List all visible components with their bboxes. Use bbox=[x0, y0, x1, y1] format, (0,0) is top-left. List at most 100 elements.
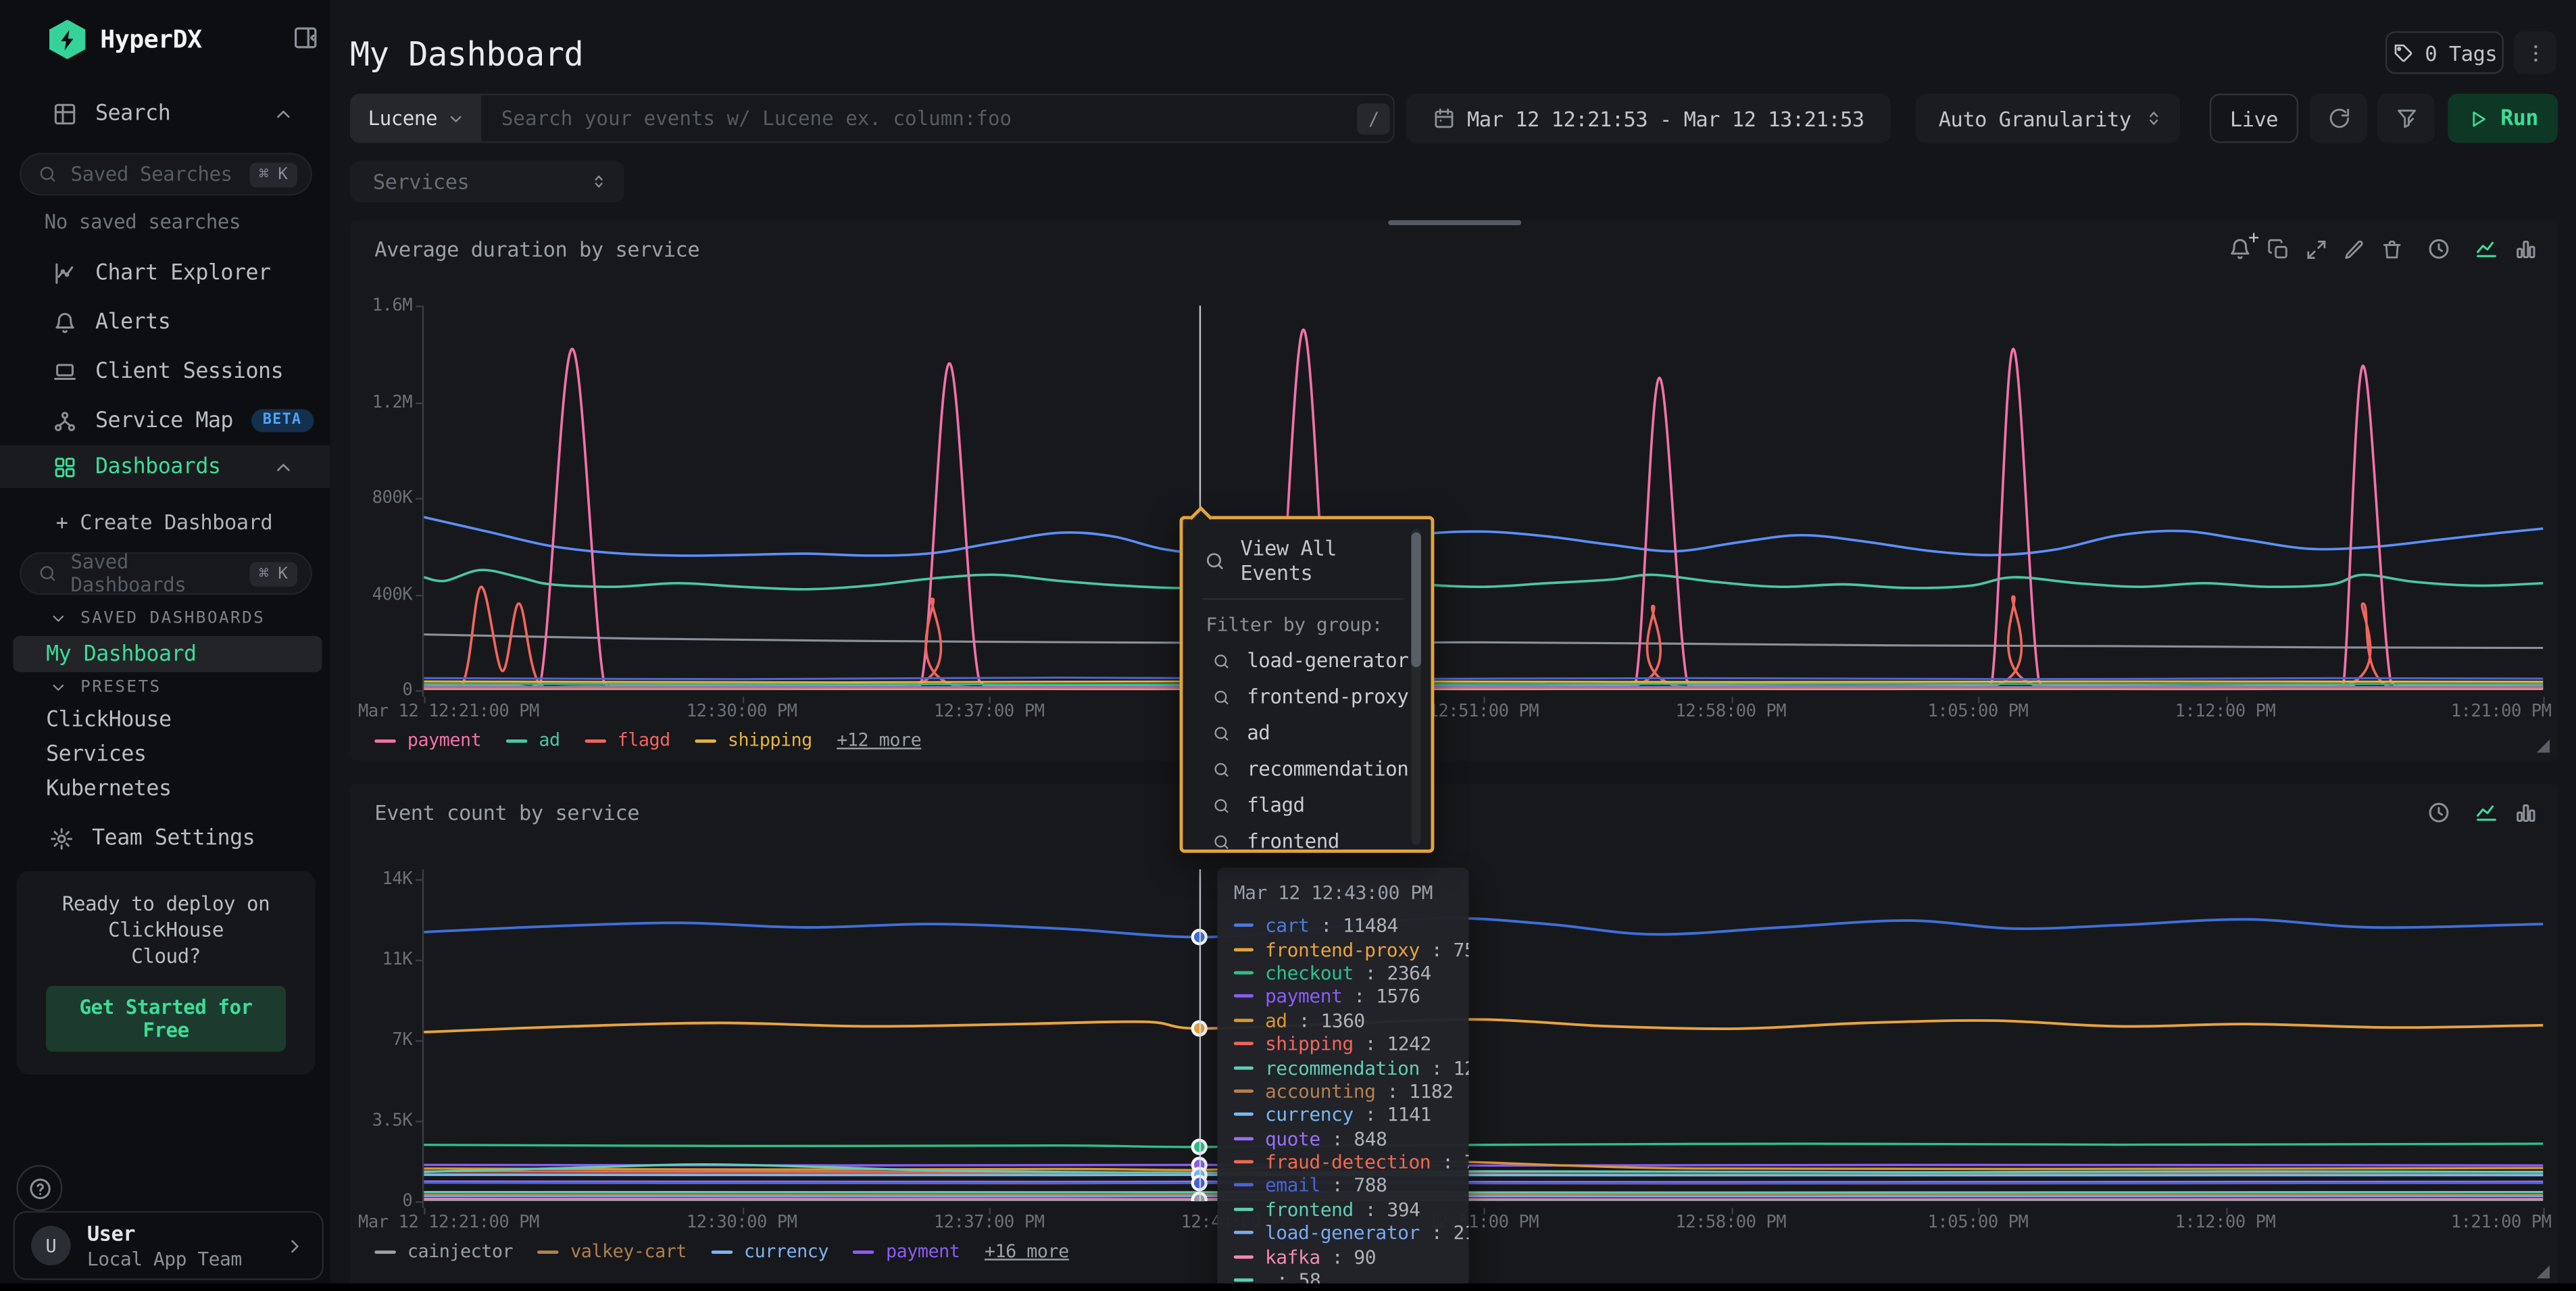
filter-group-item-frontend[interactable]: frontend bbox=[1183, 823, 1431, 859]
filter-group-item-frontend-proxy[interactable]: frontend-proxy bbox=[1183, 679, 1431, 714]
line-chart-event-count[interactable] bbox=[424, 869, 2543, 1201]
filter-group-label: flagd bbox=[1247, 794, 1304, 817]
x-tick-mark bbox=[1731, 697, 1732, 704]
x-tick-mark bbox=[2225, 697, 2227, 704]
bar-chart-toggle-icon[interactable] bbox=[2514, 800, 2538, 825]
time-window-icon[interactable] bbox=[2427, 800, 2451, 825]
chevron-right-icon bbox=[284, 1235, 306, 1257]
tooltip-series-name: cart bbox=[1265, 914, 1309, 937]
chevron-down-icon bbox=[447, 109, 466, 128]
filter-group-item-recommendation[interactable]: recommendation bbox=[1183, 751, 1431, 787]
y-tick-label: 1.2M bbox=[350, 392, 412, 412]
search-icon bbox=[1212, 652, 1231, 670]
filter-group-item-ad[interactable]: ad bbox=[1183, 715, 1431, 751]
legend-item-currency[interactable]: currency bbox=[711, 1240, 828, 1262]
section-presets[interactable]: PRESETS bbox=[0, 679, 162, 697]
tooltip-row: payment: 1576 bbox=[1234, 985, 1452, 1008]
preset-services[interactable]: Services bbox=[46, 743, 146, 767]
chart-title: Average duration by service bbox=[374, 237, 699, 261]
sidebar-item-alerts[interactable]: Alerts bbox=[0, 302, 330, 341]
expand-icon[interactable] bbox=[2305, 237, 2328, 260]
edit-icon[interactable] bbox=[2343, 237, 2366, 260]
preset-clickhouse[interactable]: ClickHouse bbox=[46, 708, 171, 733]
x-tick-mark bbox=[2543, 697, 2544, 704]
tooltip-series-name: accounting bbox=[1265, 1079, 1375, 1102]
tooltip-series-value: : 11484 bbox=[1320, 914, 1397, 937]
sidebar-item-team-settings[interactable]: Team Settings bbox=[0, 819, 330, 858]
time-window-icon[interactable] bbox=[2427, 237, 2451, 261]
tooltip-series-dash bbox=[1234, 948, 1254, 951]
tooltip-series-value: : 394 bbox=[1365, 1198, 1420, 1221]
collapse-sidebar-icon[interactable] bbox=[293, 24, 319, 51]
more-menu-button[interactable] bbox=[2514, 31, 2556, 74]
sidebar-item-chart-explorer[interactable]: Chart Explorer bbox=[0, 253, 330, 292]
line-chart-toggle-icon[interactable] bbox=[2474, 800, 2498, 825]
sidebar-item-label: Team Settings bbox=[92, 826, 255, 850]
create-dashboard-button[interactable]: + Create Dashboard bbox=[56, 510, 273, 534]
filter-group-item-flagd[interactable]: flagd bbox=[1183, 787, 1431, 823]
shortcut-badge: ⌘ K bbox=[249, 162, 297, 186]
saved-searches-input[interactable]: Saved Searches ⌘ K bbox=[20, 153, 312, 195]
tooltip-row: checkout: 2364 bbox=[1234, 961, 1452, 985]
legend-more-link[interactable]: +16 more bbox=[985, 1240, 1069, 1262]
legend-item-cainjector[interactable]: cainjector bbox=[374, 1240, 513, 1262]
search-icon bbox=[38, 564, 57, 583]
tooltip-series-value: : 1242 bbox=[1365, 1032, 1431, 1055]
line-chart-toggle-icon[interactable] bbox=[2474, 237, 2498, 261]
y-tick-mark bbox=[416, 690, 422, 691]
query-language-select[interactable]: Lucene bbox=[351, 95, 481, 141]
legend-more-link[interactable]: +12 more bbox=[837, 729, 921, 751]
sidebar-item-client-sessions[interactable]: Client Sessions bbox=[0, 351, 330, 391]
create-alert-icon[interactable]: + bbox=[2228, 237, 2252, 261]
filter-group-label: load-generator bbox=[1247, 649, 1408, 672]
resize-handle[interactable] bbox=[2537, 1265, 2550, 1278]
tags-button[interactable]: 0 Tags bbox=[2385, 31, 2504, 74]
panel-drag-handle[interactable] bbox=[1388, 220, 1521, 225]
legend-label: shipping bbox=[728, 729, 812, 751]
get-started-button[interactable]: Get Started for Free bbox=[46, 986, 286, 1052]
filter-group-label: frontend bbox=[1247, 830, 1339, 853]
tooltip-series-dash bbox=[1234, 995, 1254, 998]
legend-item-flagd[interactable]: flagd bbox=[585, 729, 670, 751]
filter-button[interactable] bbox=[2377, 94, 2435, 143]
legend-item-shipping[interactable]: shipping bbox=[695, 729, 812, 751]
granularity-select[interactable]: Auto Granularity bbox=[1916, 94, 2180, 143]
section-saved-dashboards[interactable]: SAVED DASHBOARDS bbox=[0, 610, 265, 628]
legend-dash bbox=[585, 739, 606, 742]
tooltip-row: load-generator: 216 bbox=[1234, 1221, 1452, 1245]
sidebar-item-service-map[interactable]: Service Map BETA bbox=[0, 401, 330, 440]
preset-kubernetes[interactable]: Kubernetes bbox=[46, 777, 171, 802]
sidebar-item-dashboards[interactable]: Dashboards bbox=[0, 445, 330, 488]
delete-icon[interactable] bbox=[2381, 237, 2404, 260]
resize-handle[interactable] bbox=[2537, 739, 2550, 752]
time-range-picker[interactable]: Mar 12 12:21:53 - Mar 12 13:21:53 bbox=[1406, 94, 1891, 143]
duplicate-icon[interactable] bbox=[2267, 237, 2290, 260]
legend-item-payment[interactable]: payment bbox=[853, 1240, 960, 1262]
legend-item-ad[interactable]: ad bbox=[506, 729, 560, 751]
help-button[interactable] bbox=[16, 1165, 62, 1211]
chart-legend: payment ad flagd shipping +12 more bbox=[374, 729, 921, 751]
event-search-input[interactable] bbox=[482, 95, 1393, 141]
refresh-button[interactable] bbox=[2310, 94, 2367, 143]
view-all-events-button[interactable]: View All Events bbox=[1183, 519, 1431, 598]
sidebar-item-my-dashboard[interactable]: My Dashboard bbox=[13, 636, 322, 672]
run-button[interactable]: Run bbox=[2448, 94, 2558, 143]
sidebar-item-search[interactable]: Search bbox=[0, 94, 330, 133]
x-tick-mark bbox=[1483, 1208, 1485, 1215]
logo[interactable]: HyperDX bbox=[49, 20, 202, 59]
filter-group-item-load-generator[interactable]: load-generator bbox=[1183, 643, 1431, 679]
legend-item-valkey-cart[interactable]: valkey-cart bbox=[538, 1240, 687, 1262]
user-menu[interactable]: U User Local App Team bbox=[13, 1211, 323, 1280]
legend-item-payment[interactable]: payment bbox=[374, 729, 481, 751]
series-other-3 bbox=[424, 678, 2543, 679]
live-button[interactable]: Live bbox=[2210, 94, 2298, 143]
panel-toolbar bbox=[2427, 800, 2538, 825]
bar-chart-toggle-icon[interactable] bbox=[2514, 237, 2538, 261]
line-chart-average-duration[interactable] bbox=[424, 306, 2543, 690]
popup-scrollbar-thumb[interactable] bbox=[1411, 533, 1421, 667]
services-filter-select[interactable]: Services bbox=[350, 161, 624, 202]
legend-dash bbox=[538, 1250, 560, 1253]
legend-label: currency bbox=[744, 1240, 828, 1262]
page-title: My Dashboard bbox=[350, 34, 583, 74]
saved-dashboards-input[interactable]: Saved Dashboards ⌘ K bbox=[20, 552, 312, 595]
